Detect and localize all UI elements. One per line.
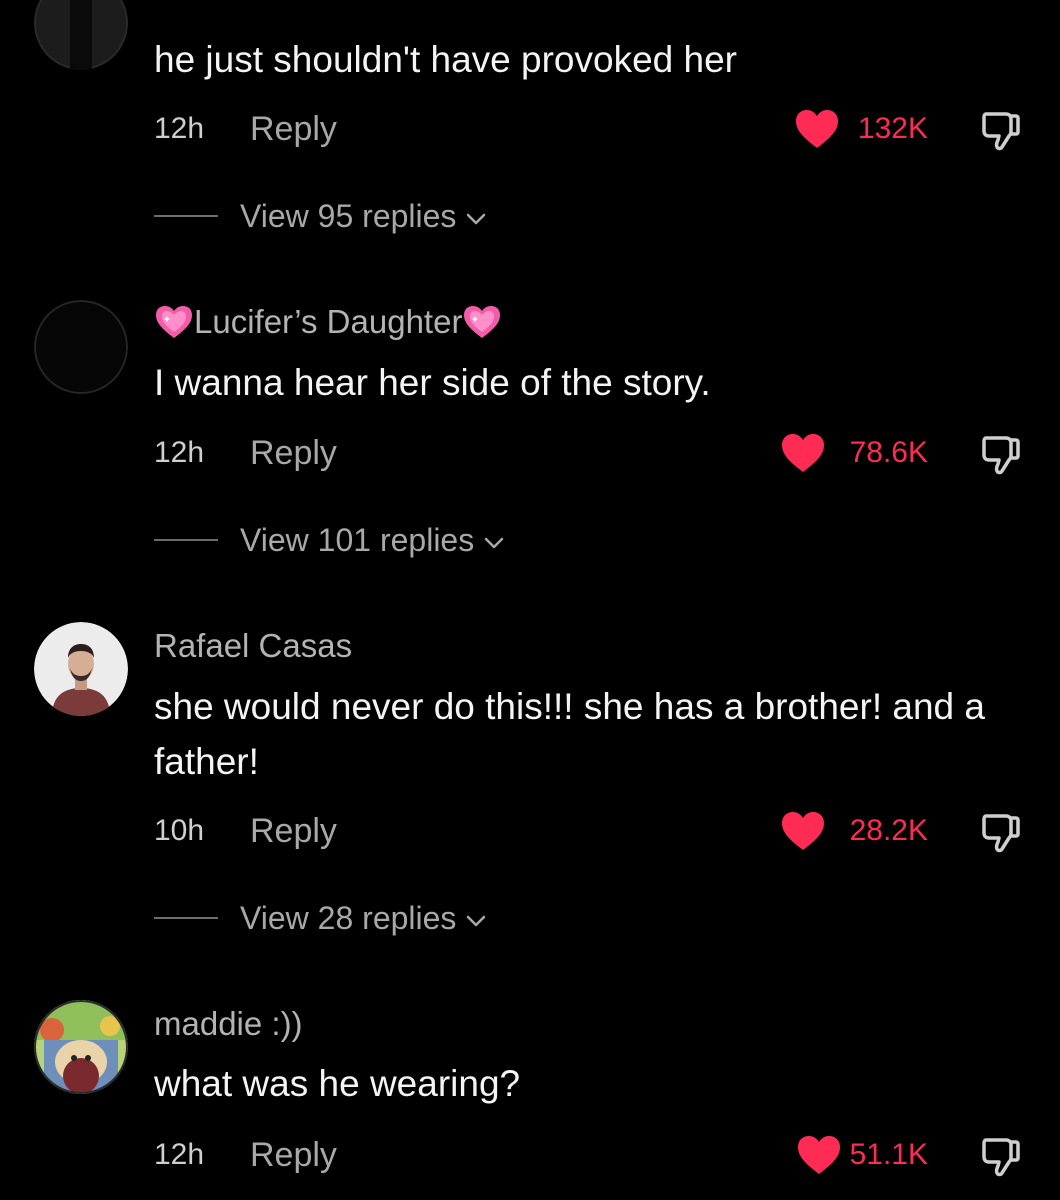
like-count: 132K (857, 112, 928, 145)
comment-actions: 12h Reply 132K (154, 104, 1024, 154)
commenter-avatar[interactable] (34, 1000, 128, 1094)
comment-time: 12h (154, 436, 205, 469)
comment-text: she would never do this!!! she has a bro… (154, 686, 985, 782)
view-replies-label: View 101 replies (240, 521, 475, 558)
commenter-username[interactable]: maddie :)) (154, 1002, 303, 1046)
avatar-black-icon (34, 300, 128, 394)
username-text: maddie :)) (154, 1005, 303, 1042)
heart-like-icon[interactable] (794, 108, 840, 150)
comment-text: I wanna hear her side of the story. (154, 362, 711, 403)
divider-line (154, 539, 218, 541)
reply-button[interactable]: Reply (250, 428, 337, 478)
comment-time: 12h (154, 1138, 205, 1171)
commenter-avatar[interactable] (34, 622, 128, 716)
comment-time: 10h (154, 814, 205, 847)
avatar-cartoon-icon (34, 1000, 128, 1094)
like-count: 78.6K (849, 436, 928, 469)
like-count: 51.1K (849, 1138, 928, 1171)
avatar-dark-icon (34, 0, 128, 70)
heart-like-icon[interactable] (796, 1134, 842, 1176)
view-replies-label: View 28 replies (240, 899, 457, 936)
sparkling-heart-icon (464, 306, 501, 338)
chevron-down-icon (467, 915, 486, 927)
username-text: Lucifer’s Daughter (194, 303, 463, 340)
divider-line (154, 917, 218, 919)
view-replies-label: View 95 replies (240, 197, 457, 234)
thumbs-down-icon[interactable] (976, 808, 1024, 856)
like-count: 28.2K (849, 814, 928, 847)
comment-time: 12h (154, 112, 205, 145)
commenter-username[interactable]: Lucifer’s Daughter (154, 300, 502, 344)
comment-actions: 12h Reply 78.6K (154, 428, 1024, 478)
reply-button[interactable]: Reply (250, 1130, 337, 1180)
commenter-username[interactable]: Rafael Casas (154, 624, 352, 668)
view-replies-button[interactable]: View 95 replies (154, 194, 490, 238)
chevron-down-icon (467, 213, 486, 225)
thumbs-down-icon[interactable] (976, 106, 1024, 154)
avatar-photo-man-icon (34, 622, 128, 716)
view-replies-button[interactable]: View 28 replies (154, 896, 490, 940)
commenter-avatar[interactable] (34, 300, 128, 394)
divider-line (154, 215, 218, 217)
reply-button[interactable]: Reply (250, 104, 337, 154)
reply-button[interactable]: Reply (250, 806, 337, 856)
sparkling-heart-icon (156, 306, 192, 338)
heart-like-icon[interactable] (780, 432, 826, 474)
commenter-avatar[interactable] (34, 0, 128, 70)
view-replies-button[interactable]: View 101 replies (154, 518, 508, 562)
chevron-down-icon (484, 537, 504, 549)
comment-actions: 12h Reply 51.1K (154, 1130, 1024, 1180)
thumbs-down-icon[interactable] (976, 1132, 1024, 1180)
comment-text: he just shouldn't have provoked her (154, 39, 738, 80)
thumbs-down-icon[interactable] (976, 430, 1024, 478)
username-text: Rafael Casas (154, 627, 353, 664)
heart-like-icon[interactable] (780, 810, 826, 852)
comment-text: what was he wearing? (154, 1063, 521, 1104)
comment-actions: 10h Reply 28.2K (154, 806, 1024, 856)
